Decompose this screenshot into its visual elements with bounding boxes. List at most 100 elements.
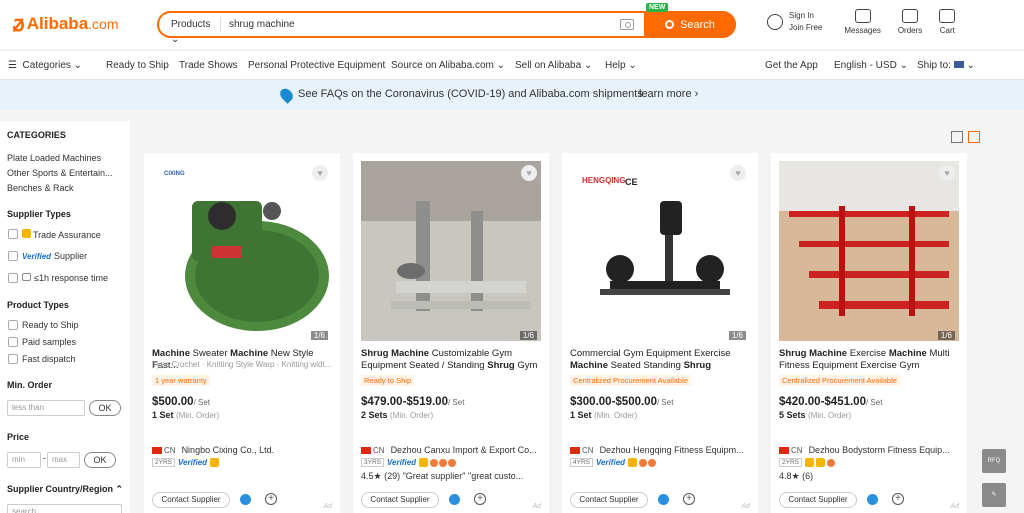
feedback-float-icon[interactable]: ✎	[982, 483, 1006, 507]
orders-link[interactable]: Orders	[898, 9, 922, 35]
banner-text[interactable]: See FAQs on the Coronavirus (COVID-19) a…	[298, 88, 643, 100]
image-count: 1/6	[310, 331, 328, 340]
category-link[interactable]: Other Sports & Entertain...	[7, 168, 113, 178]
favorite-heart-icon[interactable]: ♥	[939, 165, 955, 181]
supplier-name[interactable]: CN Dezhou Hengqing Fitness Equipm...	[570, 445, 750, 455]
supplier-name[interactable]: CN Dezhou Canxu Import & Export Co...	[361, 445, 541, 455]
verified-supplier-suffix: Supplier	[54, 251, 88, 261]
contact-supplier-button[interactable]: Contact Supplier	[361, 492, 439, 508]
chat-icon[interactable]	[240, 494, 251, 505]
nav-ship-to[interactable]: Ship to: ⌄	[917, 60, 975, 71]
chat-icon[interactable]	[449, 494, 460, 505]
join-free-label[interactable]: Join Free	[789, 22, 822, 34]
price-max-input[interactable]: max	[47, 452, 80, 468]
nav-language[interactable]: English - USD ⌄	[834, 60, 908, 71]
contact-supplier-button[interactable]: Contact Supplier	[152, 492, 230, 508]
years-badge: 4YRS	[570, 458, 593, 467]
top-nav: ☰ Categories ⌄ Ready to Ship Trade Shows…	[0, 51, 1024, 80]
title-keyword: Shrug Machine	[361, 348, 430, 359]
category-link[interactable]: Benches & Rack	[7, 183, 74, 193]
rfq-float-button[interactable]: RFQ	[982, 449, 1006, 473]
verified-supplier-checkbox[interactable]	[8, 251, 18, 261]
sign-in-link[interactable]: Sign In Join Free	[767, 9, 822, 35]
product-title[interactable]: Commercial Gym Equipment Exercise Machin…	[570, 348, 750, 372]
chat-icon[interactable]	[867, 494, 878, 505]
supplier-name[interactable]: CN Ningbo Cixing Co., Ltd.	[152, 445, 332, 455]
nav-help[interactable]: Help ⌄	[605, 60, 637, 71]
paid-samples-checkbox[interactable]	[8, 337, 18, 347]
add-compare-icon[interactable]: +	[892, 493, 904, 505]
location-pin-icon	[277, 86, 296, 104]
camera-icon[interactable]	[620, 19, 634, 30]
price-value: $300.00-$500.00	[570, 396, 657, 408]
nav-trade-shows[interactable]: Trade Shows	[179, 60, 238, 71]
price-unit: / Set	[656, 398, 674, 407]
product-tag: Centralized Procurement Available	[779, 375, 900, 386]
add-compare-icon[interactable]: +	[265, 493, 277, 505]
moq-value: 5 Sets	[779, 410, 806, 420]
price-ok-button[interactable]: OK	[84, 452, 116, 468]
product-tag: 1 year warranty	[152, 375, 210, 386]
ad-label: Ad	[950, 503, 959, 510]
product-price: $479.00-$519.00/ Set	[361, 396, 464, 408]
list-view-icon[interactable]	[951, 131, 963, 143]
nav-ppe[interactable]: Personal Protective Equipment	[248, 60, 385, 71]
category-link[interactable]: Plate Loaded Machines	[7, 153, 101, 163]
svg-text:CE: CE	[625, 177, 638, 187]
search-input[interactable]	[221, 19, 620, 30]
image-count: 1/6	[937, 331, 955, 340]
product-image[interactable]: CIXING	[152, 161, 332, 341]
contact-supplier-button[interactable]: Contact Supplier	[570, 492, 648, 508]
supplier-rating[interactable]: 4.8★ (6)	[779, 471, 813, 482]
supplier-rating[interactable]: 4.5★ (29) "Great supplier" "great custo.…	[361, 471, 523, 482]
fast-dispatch-checkbox[interactable]	[8, 354, 18, 364]
price-heading: Price	[7, 432, 30, 442]
categories-menu[interactable]: ☰ Categories ⌄	[8, 60, 82, 71]
product-image[interactable]	[361, 161, 541, 341]
product-card[interactable]: CIXING ♥ 1/6 Machine Sweater Machine New…	[144, 153, 340, 513]
years-badge: 2YRS	[152, 458, 175, 467]
supplier-name[interactable]: CN Dezhou Bodystorm Fitness Equip...	[779, 445, 959, 455]
ready-to-ship-checkbox[interactable]	[8, 320, 18, 330]
add-compare-icon[interactable]: +	[474, 493, 486, 505]
product-card[interactable]: HENGQING CE ♥ 1/6 Commercial Gym Equipme…	[562, 153, 758, 513]
grid-view-icon[interactable]	[968, 131, 980, 143]
search-button[interactable]: NEW Search	[644, 3, 736, 38]
message-icon	[854, 9, 871, 23]
contact-supplier-button[interactable]: Contact Supplier	[779, 492, 857, 508]
product-price: $420.00-$451.00/ Set	[779, 396, 882, 408]
nav-ready-to-ship[interactable]: Ready to Ship	[106, 60, 169, 71]
nav-source[interactable]: Source on Alibaba.com ⌄	[391, 60, 505, 71]
product-title[interactable]: Shrug Machine Exercise Machine Multi Fit…	[779, 348, 959, 372]
chat-icon[interactable]	[658, 494, 669, 505]
product-title[interactable]: Shrug Machine Customizable Gym Equipment…	[361, 348, 541, 372]
learn-more-label: learn more	[639, 88, 692, 100]
min-order-input[interactable]: less than	[7, 400, 85, 416]
favorite-heart-icon[interactable]: ♥	[521, 165, 537, 181]
cart-link[interactable]: Cart	[939, 9, 956, 35]
product-card[interactable]: ♥ 1/6 Shrug Machine Customizable Gym Equ…	[353, 153, 549, 513]
alibaba-logo[interactable]: ꬿ Alibaba .com	[12, 13, 119, 35]
response-time-checkbox[interactable]	[8, 273, 18, 283]
search-category-label: Products	[171, 19, 211, 30]
product-card[interactable]: ♥ 1/6 Shrug Machine Exercise Machine Mul…	[771, 153, 967, 513]
nav-get-app[interactable]: Get the App	[765, 60, 818, 71]
supplier-country-heading[interactable]: Supplier Country/Region ⌃	[7, 484, 123, 495]
product-image[interactable]: HENGQING CE	[570, 161, 750, 341]
country-search-input[interactable]: search	[7, 504, 122, 513]
nav-sell[interactable]: Sell on Alibaba ⌄	[515, 60, 592, 71]
sign-in-label[interactable]: Sign In	[789, 10, 822, 22]
ad-label: Ad	[323, 503, 332, 510]
trade-assurance-checkbox[interactable]	[8, 229, 18, 239]
favorite-heart-icon[interactable]: ♥	[312, 165, 328, 181]
messages-link[interactable]: Messages	[844, 9, 881, 35]
supplier-badges: 4YRS Verified	[570, 458, 657, 467]
product-image[interactable]	[779, 161, 959, 341]
add-compare-icon[interactable]: +	[683, 493, 695, 505]
learn-more-link[interactable]: learn more ›	[639, 88, 698, 100]
moq-value: 2 Sets	[361, 410, 388, 420]
min-order-ok-button[interactable]: OK	[89, 400, 121, 416]
price-min-input[interactable]: min	[7, 452, 41, 468]
search-category-dropdown[interactable]: Products ⌄	[159, 17, 221, 45]
favorite-heart-icon[interactable]: ♥	[730, 165, 746, 181]
